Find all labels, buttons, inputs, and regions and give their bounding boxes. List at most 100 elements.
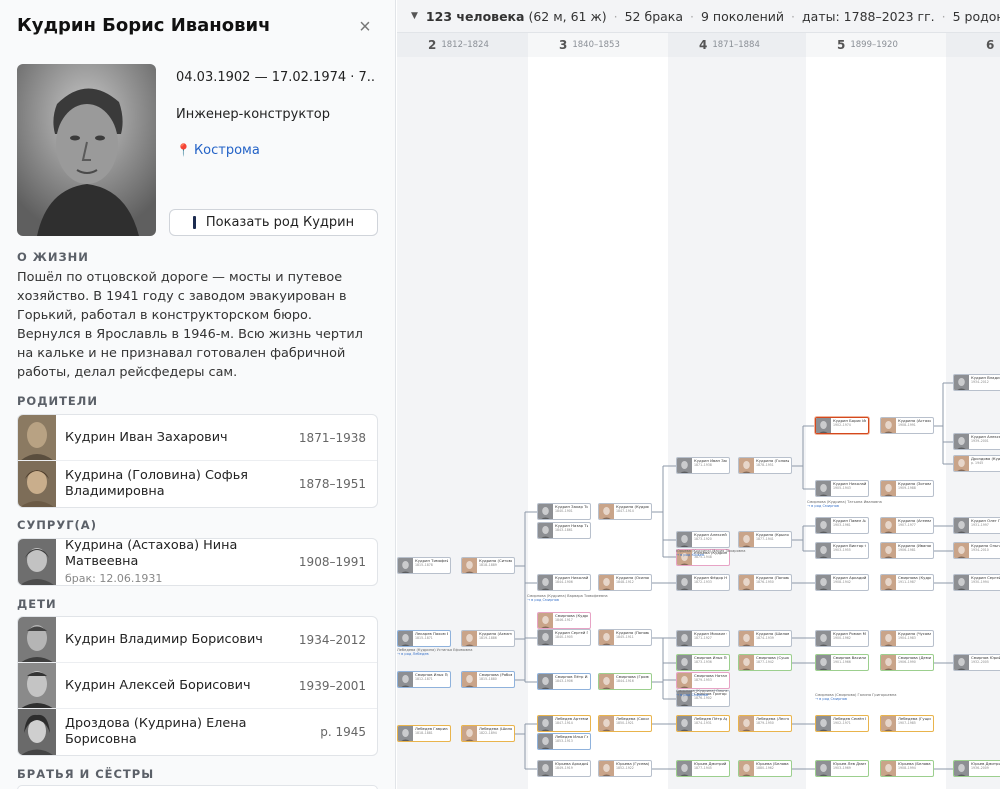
- tree-node[interactable]: Кудрина Ольга Павловна1934–2010: [953, 542, 1000, 559]
- tree-node[interactable]: Кудрин Роман Михайлович1900–1962: [815, 630, 869, 647]
- node-years: 1902–1971: [833, 721, 851, 726]
- node-years: 1901–1966: [833, 660, 851, 665]
- tree-node[interactable]: Лебедев Пётр Артемьевич1874–1931: [676, 715, 730, 732]
- note-link[interactable]: → в род Смирнов: [815, 697, 847, 701]
- tree-node[interactable]: Смирнов Пётр Ильич1843–1906: [537, 673, 591, 690]
- note-link[interactable]: → в род Лебедев: [397, 652, 429, 656]
- tree-node[interactable]: Кудрина (Зотова) Вера Петровна1909–1988: [880, 480, 934, 497]
- node-avatar: [739, 716, 754, 731]
- tree-node[interactable]: Кудрин Иван Захарович1871–1938: [676, 457, 730, 474]
- tree-node[interactable]: Смирнов Илья Прокопьевич1812–1871: [397, 671, 451, 688]
- married-out-note: Юрьева (Кудрина) Мария Захаровна → в род …: [676, 549, 745, 557]
- spouse-row[interactable]: Кудрина (Астахова) Нина Матвеевна брак: …: [18, 539, 377, 585]
- tree-node[interactable]: Лебедев Артемий Гаврилович1847–1914: [537, 715, 591, 732]
- node-avatar: [881, 655, 896, 670]
- tree-node[interactable]: Кудрина (Иванова) Александра Петр...1906…: [880, 542, 934, 559]
- tree-node[interactable]: Смирнова (Громова) Прасковья...1844–1916: [598, 673, 652, 690]
- tree-node[interactable]: Кудрин Фёдор Николаевич1872–1933: [676, 574, 730, 591]
- tree-node[interactable]: Юрьева (Белова) Мария Сергеевна1908–1994: [880, 760, 934, 777]
- tree-node[interactable]: Смирнова Наталья Петровна1879–1953: [676, 672, 730, 689]
- tree-node[interactable]: Кудрина (Чусова) Вера Ивановна1904–1983: [880, 630, 934, 647]
- child-years: 1939–2001: [298, 678, 366, 693]
- tree-node[interactable]: Дроздова (Кудрина) Еленар. 1945: [953, 455, 1000, 472]
- tree-node[interactable]: Кудрин Сергей Викторович1930–1994: [953, 574, 1000, 591]
- note-link[interactable]: → в род Юрьев: [676, 553, 704, 557]
- node-text: Кудрина (Астахова) Нина...1908–1991: [896, 418, 933, 433]
- parent-row[interactable]: Кудрина (Головина) Софья Владимировна 18…: [18, 461, 377, 507]
- people-breakdown: (62 м, 61 ж): [528, 8, 607, 24]
- tree-node[interactable]: Кудрин Захар Тимофеевич1840–1901: [537, 503, 591, 520]
- tree-node[interactable]: Смирнова (Демина) Анна Ильинична1906–199…: [880, 654, 934, 671]
- node-text: Смирнов Илья Петрович1873–1936: [692, 655, 729, 670]
- location-link[interactable]: 📍 Кострома: [176, 143, 260, 158]
- tree-node[interactable]: Кудрина (Крылова) Клавдия Степ...1877–19…: [738, 531, 792, 548]
- tree-node[interactable]: Юрьев Дмитрий Аркадьевич1877–1945: [676, 760, 730, 777]
- tree-node[interactable]: Юрьева Аркадий Дмитриевич1849–1919: [537, 760, 591, 777]
- tree-node[interactable]: Кудрина (Кудряева) Поля...1847–1914: [598, 503, 652, 520]
- tree-node[interactable]: Кудрина (Шилова) Агафья Павловна1874–193…: [738, 630, 792, 647]
- child-row[interactable]: Кудрин Алексей Борисович 1939–2001: [18, 663, 377, 709]
- siblings-section-title: БРАТЬЯ И СЁСТРЫ: [17, 767, 155, 781]
- tree-node[interactable]: Лебедева (Гущина) Татьяна Фёдоровна1907–…: [880, 715, 934, 732]
- tree-node[interactable]: Кудрина (Головина) Софья...1878–1951: [738, 457, 792, 474]
- node-avatar: [881, 481, 896, 496]
- generation-number: 5: [837, 38, 846, 52]
- tree-node[interactable]: Лебедева (Шилова) Устина...1822–1894: [461, 725, 515, 742]
- tree-node[interactable]: Кудрин Николай Тимофеевич1844–1906: [537, 574, 591, 591]
- tree-node[interactable]: Юрьева (Гусева) Мария...1852–1922: [598, 760, 652, 777]
- family-tree-canvas[interactable]: Кудрин Тимофей Ефимович1815–1878 Кудрина …: [397, 57, 1000, 789]
- tree-node[interactable]: Лебедев Илья Гаврилович1853–1913: [537, 733, 591, 750]
- tree-node[interactable]: Кудрин Михаил Сергеевич1871–1927: [676, 630, 730, 647]
- tree-node[interactable]: Кудрин Алексей Захарович1873–1920: [676, 531, 730, 548]
- tree-node[interactable]: Кудрина (Осипова) Анна...1848–1912: [598, 574, 652, 591]
- child-row[interactable]: Дроздова (Кудрина) Елена Борисовна р. 19…: [18, 709, 377, 755]
- tree-node[interactable]: Лебедев Гаврила Павлович1818–1881: [397, 725, 451, 742]
- tree-node[interactable]: Юрьев Лев Дмитриевич1903–1969: [815, 760, 869, 777]
- tree-node[interactable]: Лебедева (Соколова) Агния...1850–1921: [598, 715, 652, 732]
- about-text: Пошёл по отцовской дороге — мосты и путе…: [17, 270, 363, 380]
- tree-node[interactable]: Смирнова (Сушкова) Прасковья Ильина1877–…: [738, 654, 792, 671]
- collapse-caret-icon[interactable]: ▼: [411, 11, 418, 21]
- tree-node[interactable]: Кудрин Олег Павлович1931–1997: [953, 517, 1000, 534]
- parent-row[interactable]: Кудрин Иван Захарович 1871–1938: [18, 415, 377, 461]
- tree-node[interactable]: Кудрин Владимир Борисович1934–2012: [953, 374, 1000, 391]
- tree-node[interactable]: Кудрина (Ситова) Ангелина Ивановна1818–1…: [461, 557, 515, 574]
- tree-node[interactable]: Лекарев Пахом Ефимович1815–1871: [397, 630, 451, 647]
- tree-node[interactable]: Кудрина (Попова) Марфа Кузьминична1845–1…: [598, 629, 652, 646]
- tree-node[interactable]: Кудрин Николай Иванович1905–1943: [815, 480, 869, 497]
- tree-node[interactable]: Кудрина (Ахматова) Дарь. Антиповна1819–1…: [461, 630, 515, 647]
- tree-node[interactable]: Кудрина (Астахова) Нина...1908–1991: [880, 417, 934, 434]
- note-link[interactable]: → в род Смирнов: [807, 504, 839, 508]
- tree-node[interactable]: Смирнов Юрий Васильевич1932–2005: [953, 654, 1000, 671]
- tree-node[interactable]: Кудрин Павел Алексеевич1903–1961: [815, 517, 869, 534]
- tree-node[interactable]: Кудрин Назар Тимофеевич1843–1861: [537, 522, 591, 539]
- tree-node[interactable]: Кудрин Аркадий Фёдорович1908–1942: [815, 574, 869, 591]
- tree-node[interactable]: Юрьева (Белова) Клавдия...1880–1962: [738, 760, 792, 777]
- separator: ·: [613, 8, 618, 24]
- tree-node[interactable]: Кудрин Виктор Фёдорович1903–1955: [815, 542, 869, 559]
- tree-node[interactable]: Кудрин Борис Иванович1902–1974: [815, 417, 869, 434]
- tree-node[interactable]: Смирнова (Кудрина) Варвара Тимофеевна184…: [537, 612, 591, 629]
- node-years: 1812–1871: [415, 677, 433, 682]
- show-family-label: Показать род Кудрин: [205, 215, 355, 230]
- tree-node[interactable]: Юрьев Дмитрий Львович1936–2009: [953, 760, 1000, 777]
- node-avatar: [954, 375, 969, 390]
- note-link[interactable]: → в род Смирнов: [676, 693, 708, 697]
- tree-node[interactable]: Кудрин Алексей Борисович1939–2001: [953, 433, 1000, 450]
- tree-node[interactable]: Кудрина (Попова) Анна Петровна1876–1950: [738, 574, 792, 591]
- node-text: Кудрин Виктор Фёдорович1903–1955: [831, 543, 868, 558]
- tree-node[interactable]: Кудрин Сергей Пахомович1840–1905: [537, 629, 591, 646]
- close-icon[interactable]: ×: [352, 14, 378, 40]
- tree-node[interactable]: Смирнова (Рябова) Ирина Осиповна1815–188…: [461, 671, 515, 688]
- node-years: 1879–1953: [694, 678, 712, 683]
- tree-node[interactable]: Лебедева (Лесная) Ольга...1879–1950: [738, 715, 792, 732]
- child-row[interactable]: Кудрин Владимир Борисович 1934–2012: [18, 617, 377, 663]
- show-family-button[interactable]: Показать род Кудрин: [169, 209, 378, 236]
- tree-node[interactable]: Лебедев Семён Петрович1902–1971: [815, 715, 869, 732]
- tree-node[interactable]: Кудрина (Агеева) Валентина Бори...1907–1…: [880, 517, 934, 534]
- note-link[interactable]: → в род Смирнов: [527, 598, 559, 602]
- tree-node[interactable]: Смирнов Илья Петрович1873–1936: [676, 654, 730, 671]
- tree-node[interactable]: Смирнов Василий Ильич1901–1966: [815, 654, 869, 671]
- tree-node[interactable]: Смирнова (Кудрина) Галя...1911–1987: [880, 574, 934, 591]
- tree-node[interactable]: Кудрин Тимофей Ефимович1815–1878: [397, 557, 451, 574]
